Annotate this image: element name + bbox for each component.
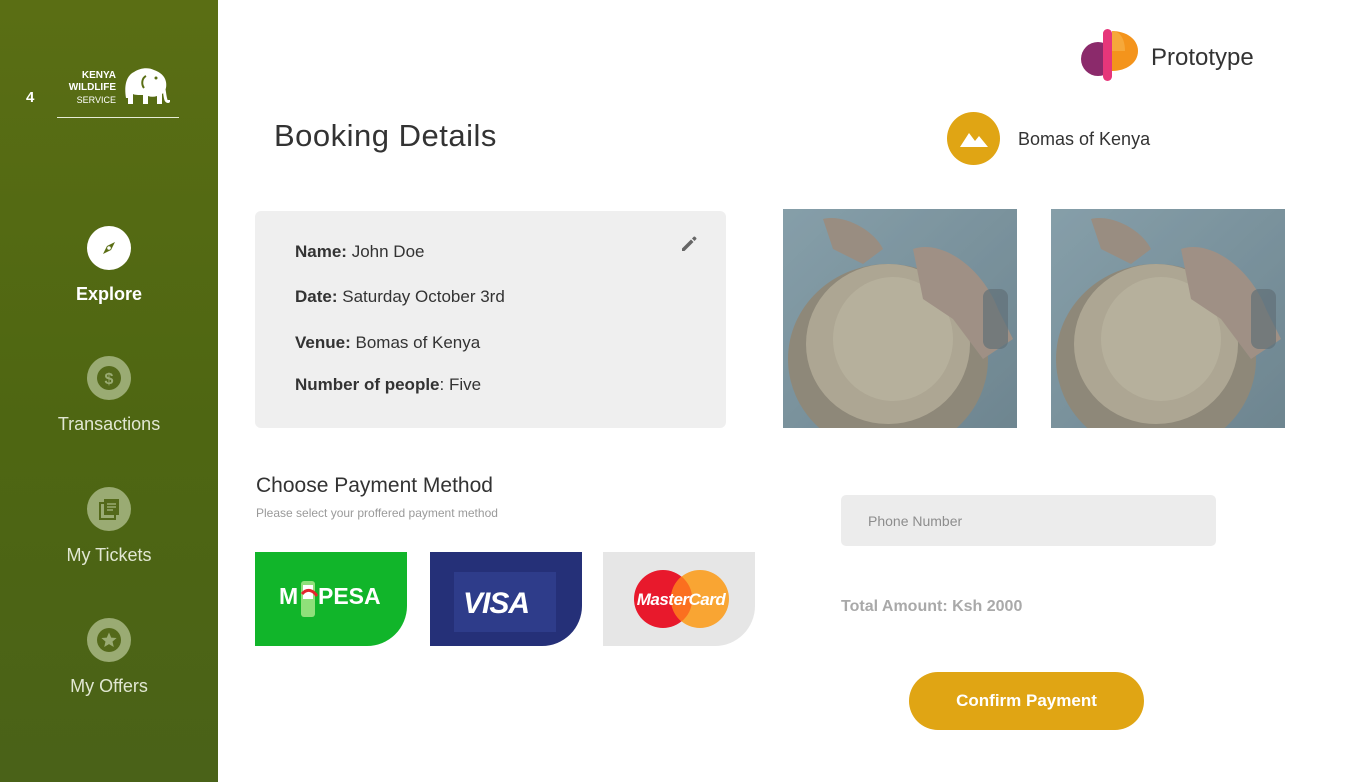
svg-text:$: $ [105, 371, 114, 388]
total-amount: Total Amount: Ksh 2000 [841, 598, 1023, 615]
venue-image-1 [783, 209, 1017, 428]
prototype-label: Prototype [1151, 44, 1254, 71]
venue-name: Bomas of Kenya [1018, 129, 1151, 149]
logo-line-2: WILDLIFE [68, 82, 116, 93]
booking-details-card: Name: John Doe Date: Saturday October 3r… [255, 211, 726, 428]
detail-venue: Venue: Bomas of Kenya [295, 333, 480, 353]
detail-people: Number of people: Five [295, 375, 481, 395]
kws-logo: KENYA WILDLIFE SERVICE [58, 64, 180, 112]
svg-text:M: M [279, 583, 298, 609]
confirm-payment-button[interactable]: Confirm Payment [909, 672, 1144, 730]
nav-item-transactions[interactable]: $ Transactions [0, 356, 218, 435]
people-label: Number of people [295, 375, 440, 394]
logo-line-3: SERVICE [76, 95, 116, 105]
venue-value: Bomas of Kenya [355, 333, 481, 352]
visa-logo: VISA [463, 587, 530, 620]
name-label: Name: [295, 242, 347, 261]
mpesa-logo: M PESA [279, 581, 381, 617]
nav-label-my-offers: My Offers [70, 676, 148, 696]
nav-label-transactions: Transactions [57, 414, 161, 434]
svg-text:PESA: PESA [318, 583, 381, 609]
mastercard-option[interactable]: MasterCard [603, 552, 755, 646]
name-value: John Doe [351, 242, 425, 261]
sidebar: 4 KENYA WILDLIFE SERVICE Explore $ Trans… [0, 0, 218, 782]
detail-date: Date: Saturday October 3rd [295, 287, 505, 307]
venue-label: Venue: [295, 333, 351, 352]
compass-icon [87, 226, 131, 270]
nav-label-my-tickets: My Tickets [66, 545, 152, 565]
nav-item-my-tickets[interactable]: My Tickets [0, 487, 218, 566]
svg-text:MasterCard: MasterCard [637, 590, 727, 609]
page-title: Booking Details [274, 118, 497, 153]
payment-subtitle: Please select your proffered payment met… [256, 506, 498, 520]
phone-number-input[interactable] [841, 495, 1216, 546]
logo-line-1: KENYA [81, 70, 116, 81]
dollar-icon: $ [87, 356, 131, 400]
people-value: : Five [439, 375, 482, 394]
tickets-icon [87, 487, 131, 531]
nav-item-my-offers[interactable]: My Offers [0, 618, 218, 697]
prototype-logo-icon [1081, 29, 1138, 81]
date-label: Date: [295, 287, 338, 306]
date-value: Saturday October 3rd [342, 287, 505, 306]
logo-divider [57, 117, 179, 118]
elephant-icon [125, 68, 170, 104]
page-number: 4 [26, 89, 35, 106]
nav-label-explore: Explore [75, 284, 143, 304]
detail-name: Name: John Doe [295, 242, 424, 262]
edit-icon[interactable] [678, 233, 700, 255]
mastercard-logo: MasterCard [634, 570, 729, 628]
mpesa-option[interactable]: M PESA [255, 552, 407, 646]
visa-option[interactable]: VISA [430, 552, 582, 646]
mountain-icon [947, 112, 1000, 165]
payment-title: Choose Payment Method [256, 474, 493, 497]
star-badge-icon [87, 618, 131, 662]
venue-image-2 [1051, 209, 1285, 428]
nav-item-explore[interactable]: Explore [0, 226, 218, 305]
